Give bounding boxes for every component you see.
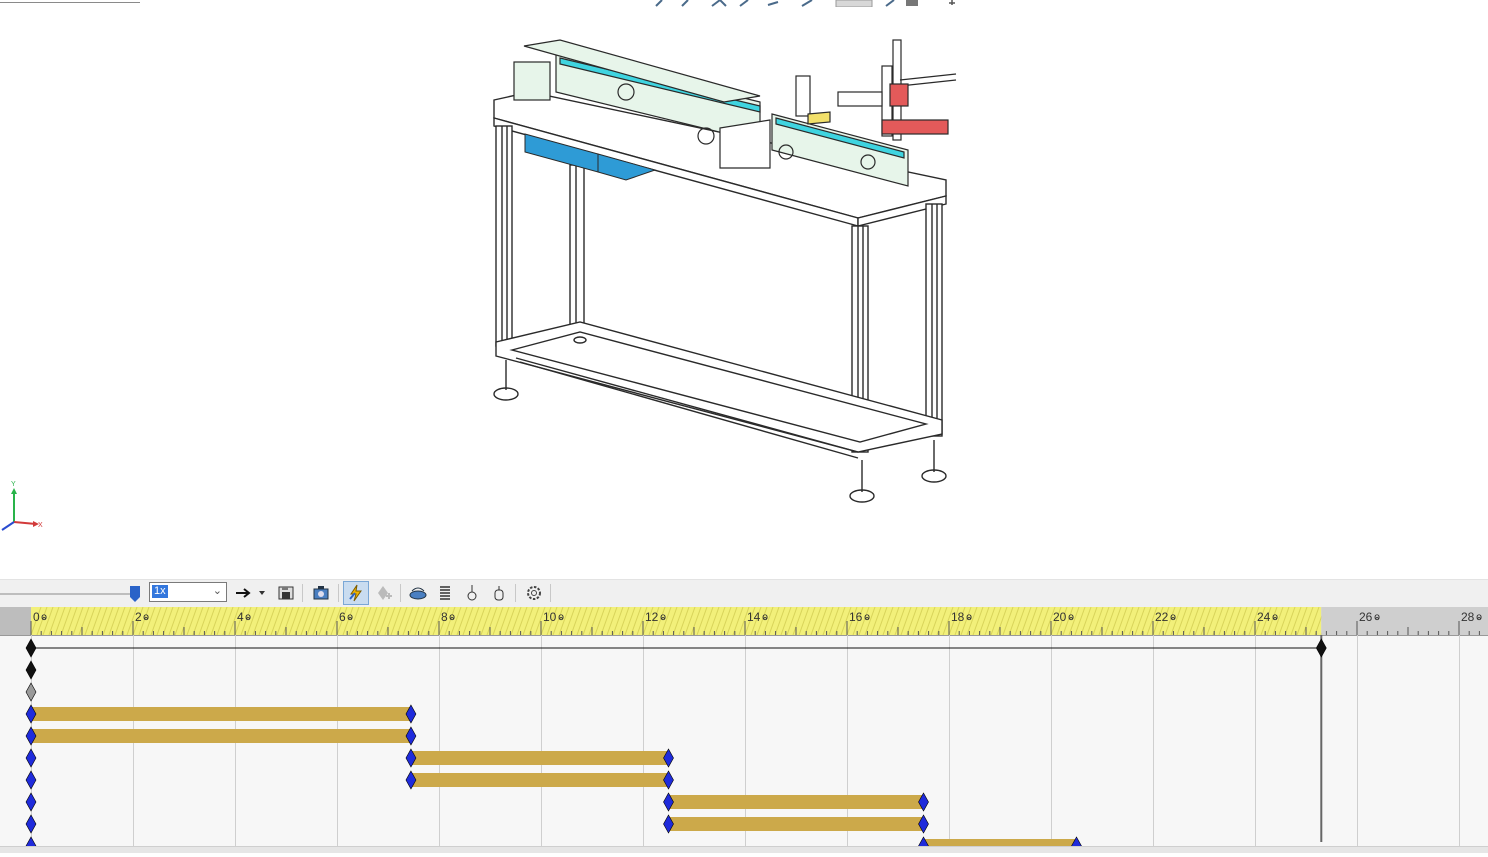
change-bar[interactable] (668, 817, 924, 831)
animation-wizard-icon[interactable] (311, 583, 331, 603)
reference-triad: Y X (1, 481, 43, 531)
toolbar-separator (302, 584, 303, 602)
graphics-viewport[interactable]: Y X (0, 0, 1488, 578)
z-axis (1, 521, 15, 531)
key-point[interactable] (25, 770, 37, 790)
y-axis-label: Y (11, 481, 16, 488)
ruler-gutter (0, 607, 31, 635)
x-axis (13, 521, 37, 525)
key-point[interactable] (25, 748, 37, 768)
key-point[interactable] (25, 792, 37, 812)
playback-mode-icon[interactable] (234, 583, 254, 603)
add-key-icon[interactable] (373, 583, 393, 603)
cad-model-conveyor-table[interactable] (0, 0, 1488, 578)
timeline-zoom-slider[interactable] (0, 593, 132, 595)
change-bar[interactable] (31, 729, 411, 743)
playback-speed-value: 1x (152, 585, 168, 598)
autokey-icon[interactable] (343, 581, 369, 605)
ruler-inactive-overlay (1321, 607, 1488, 635)
change-bar[interactable] (668, 795, 924, 809)
toolbar-separator (400, 584, 401, 602)
gravity-icon[interactable] (489, 583, 509, 603)
timeline-grid[interactable] (0, 606, 1488, 856)
study-properties-icon[interactable] (524, 583, 544, 603)
change-bar[interactable] (31, 707, 411, 721)
x-axis-label: X (38, 522, 43, 529)
toolbar-separator (550, 584, 551, 602)
save-animation-icon[interactable] (276, 583, 296, 603)
key-point[interactable] (25, 638, 37, 658)
timeline-slider-thumb[interactable] (130, 586, 140, 602)
motor-icon[interactable] (408, 583, 428, 603)
key-point[interactable] (1315, 638, 1327, 658)
chevron-down-icon: ⌄ (212, 585, 222, 597)
toolbar-separator (338, 584, 339, 602)
playback-mode-dropdown-icon[interactable] (256, 583, 268, 603)
pick-and-place-gantry (795, 39, 957, 141)
playback-speed-select[interactable]: 1x ⌄ (149, 582, 227, 602)
change-bar[interactable] (410, 773, 669, 787)
motion-study-toolbar: 1x ⌄ (0, 579, 1488, 608)
key-point[interactable] (25, 814, 37, 834)
change-bar[interactable] (410, 751, 669, 765)
motion-study-timeline[interactable]: 0 ⱺ 2 ⱺ 4 ⱺ 6 ⱺ 8 ⱺ 10 ⱺ 12 ⱺ 14 ⱺ 16 ⱺ 18 ⱺ 20 ⱺ 22 ⱺ 24 ⱺ 26 ⱺ 28 ⱺ (0, 606, 1488, 856)
key-point[interactable] (25, 660, 37, 680)
toolbar-separator (515, 584, 516, 602)
key-point[interactable] (25, 682, 37, 702)
spring-icon[interactable] (435, 583, 455, 603)
contact-icon[interactable] (462, 583, 482, 603)
